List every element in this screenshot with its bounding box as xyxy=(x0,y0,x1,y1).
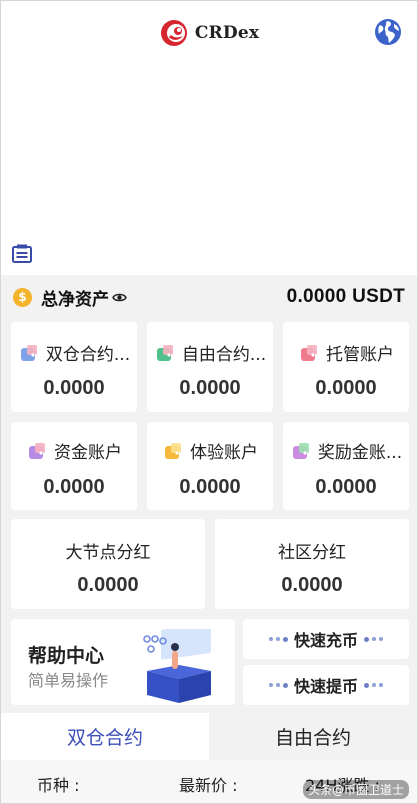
wallet-icon xyxy=(20,344,37,361)
dividend-value: 0.0000 xyxy=(281,574,343,596)
total-net-assets-label: 总净资产 xyxy=(41,289,109,310)
brand-logo: CRDex xyxy=(159,18,259,48)
decor-dots-icon xyxy=(364,636,383,642)
account-card-custody[interactable]: 托管账户 0.0000 xyxy=(283,322,409,412)
total-net-assets-value: 0.0000 USDT xyxy=(286,286,405,307)
brand-name: CRDex xyxy=(194,23,260,43)
announcement-icon[interactable] xyxy=(11,243,33,265)
total-net-assets-row: $ 总净资产 0.0000 USDT xyxy=(1,275,417,319)
account-card-funding[interactable]: 资金账户 0.0000 xyxy=(11,422,137,510)
help-illustration-icon xyxy=(143,629,211,703)
globe-icon[interactable] xyxy=(373,17,403,47)
quick-deposit-button[interactable]: 快速充币 xyxy=(243,619,409,659)
contract-tabs: 双仓合约 自由合约 xyxy=(1,713,417,760)
account-value: 0.0000 xyxy=(315,377,377,399)
help-center-subtitle: 简单易操作 xyxy=(28,671,109,690)
column-coin[interactable]: 币种 ꞉ xyxy=(37,772,80,796)
account-value: 0.0000 xyxy=(179,377,241,399)
eye-icon[interactable] xyxy=(112,292,127,303)
account-value: 0.0000 xyxy=(315,476,377,498)
column-latest-price[interactable]: 最新价 ꞉ xyxy=(179,772,238,796)
account-value: 0.0000 xyxy=(179,476,241,498)
account-label: 体验账户 xyxy=(190,443,258,463)
crdex-logo-icon xyxy=(160,20,187,46)
banner-area xyxy=(1,65,417,271)
help-center-card[interactable]: 帮助中心 简单易操作 xyxy=(11,619,235,705)
wallet-icon xyxy=(165,442,181,459)
app-screen: CRDex $ 总净资产 0.0000 USDT 双仓合约... 0.0000 … xyxy=(0,0,418,804)
account-label: 托管账户 xyxy=(326,345,394,365)
quick-deposit-label: 快速充币 xyxy=(293,631,358,650)
quick-withdraw-label: 快速提币 xyxy=(293,677,358,696)
decor-dots-icon xyxy=(268,636,288,642)
dividend-value: 0.0000 xyxy=(77,574,139,596)
account-label: 资金账户 xyxy=(54,443,122,463)
account-value: 0.0000 xyxy=(43,377,105,399)
wallet-icon xyxy=(301,344,317,361)
wallet-icon xyxy=(29,442,45,459)
account-card-trial[interactable]: 体验账户 0.0000 xyxy=(147,422,273,510)
help-center-title: 帮助中心 xyxy=(28,645,105,667)
account-card-reward[interactable]: 奖励金账... 0.0000 xyxy=(283,422,409,510)
wallet-icon xyxy=(292,442,309,459)
dividend-card-big-node[interactable]: 大节点分红 0.0000 xyxy=(11,519,205,609)
dividend-card-community[interactable]: 社区分红 0.0000 xyxy=(215,519,409,609)
assets-section: $ 总净资产 0.0000 USDT 双仓合约... 0.0000 自由合约..… xyxy=(1,275,417,715)
account-label: 自由合约... xyxy=(181,345,267,365)
dividend-label: 大节点分红 xyxy=(65,543,151,563)
account-label: 双仓合约... xyxy=(45,345,131,365)
account-card-dual-contract[interactable]: 双仓合约... 0.0000 xyxy=(11,322,137,412)
watermark: 头条@币圈卫道士 xyxy=(302,780,409,799)
decor-dots-icon xyxy=(268,682,288,688)
account-label: 奖励金账... xyxy=(317,443,403,463)
wallet-icon xyxy=(156,344,173,361)
top-header: CRDex xyxy=(1,1,417,65)
quick-withdraw-button[interactable]: 快速提币 xyxy=(243,665,409,705)
tab-dual-contract[interactable]: 双仓合约 xyxy=(1,713,209,760)
account-value: 0.0000 xyxy=(43,476,105,498)
account-card-free-contract[interactable]: 自由合约... 0.0000 xyxy=(147,322,273,412)
coin-icon: $ xyxy=(13,287,32,307)
decor-dots-icon xyxy=(364,682,383,688)
tab-free-contract[interactable]: 自由合约 xyxy=(209,713,417,760)
dividend-label: 社区分红 xyxy=(278,543,346,563)
